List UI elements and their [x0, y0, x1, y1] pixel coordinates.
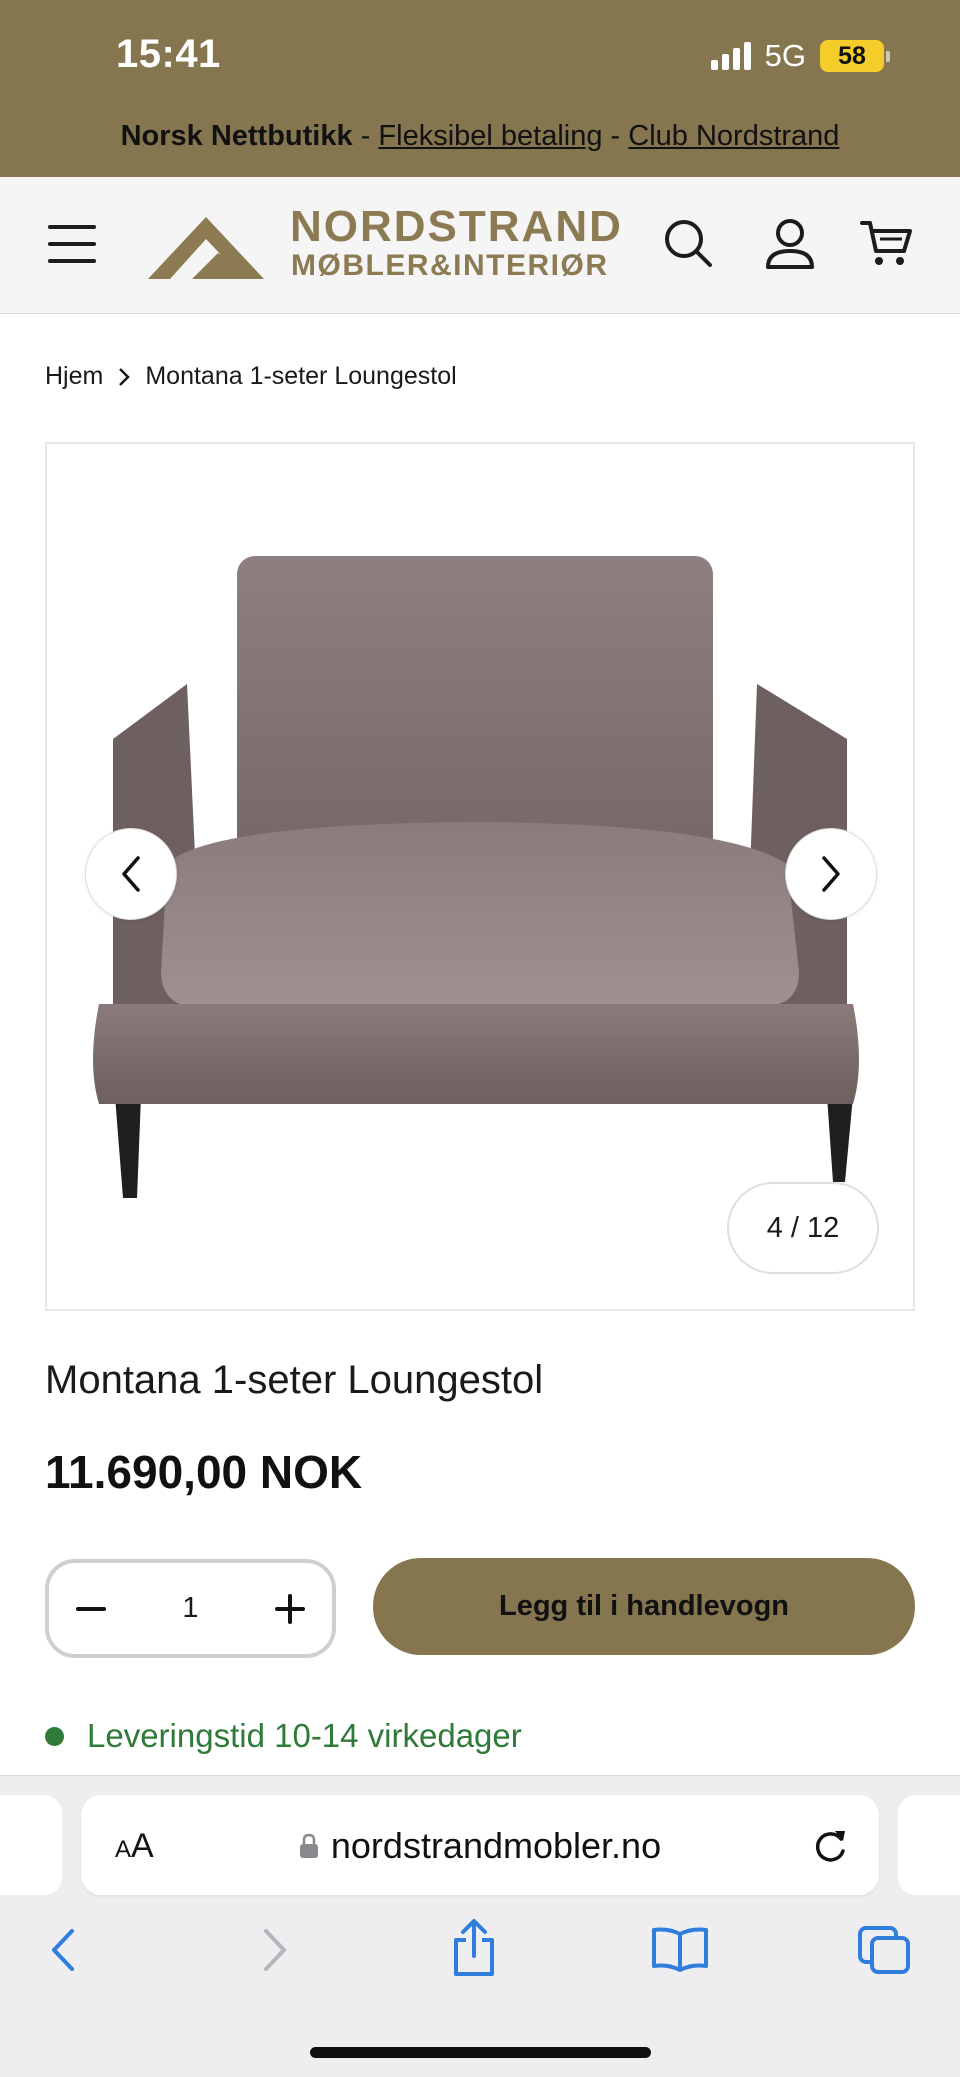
gallery-prev-button[interactable]: [85, 828, 177, 920]
promo-brand: Norsk Nettbutikk: [120, 120, 353, 152]
battery-icon: 58: [820, 40, 890, 72]
logo-line2: MØBLER&INTERIØR: [291, 249, 609, 282]
bookmarks-icon[interactable]: [650, 1926, 710, 1972]
breadcrumb-home[interactable]: Hjem: [45, 362, 103, 391]
product-price: 11.690,00 NOK: [45, 1446, 363, 1498]
breadcrumb-current: Montana 1-seter Loungestol: [145, 362, 457, 390]
account-icon[interactable]: [762, 215, 818, 271]
site-logo[interactable]: NORDSTRAND MØBLER&INTERIØR: [148, 205, 640, 285]
lock-icon: [299, 1833, 318, 1858]
delivery-info: Leveringstid 10-14 virkedager: [45, 1717, 522, 1755]
url-display[interactable]: nordstrandmobler.no: [81, 1825, 879, 1867]
network-label: 5G: [764, 38, 806, 73]
forward-icon[interactable]: [254, 1925, 294, 1975]
chevron-right-icon: [822, 856, 840, 892]
plus-icon[interactable]: [274, 1593, 306, 1625]
logo-mark-icon: [148, 217, 264, 279]
status-indicators: 5G 58: [710, 38, 890, 74]
chevron-left-icon: [122, 856, 140, 892]
delivery-status-dot: [45, 1726, 64, 1746]
signal-icon: [710, 42, 751, 70]
add-to-cart-button[interactable]: Legg til i handlevogn: [373, 1558, 915, 1655]
gallery-next-button[interactable]: [785, 828, 877, 920]
previous-tab-preview[interactable]: [0, 1795, 62, 1895]
site-header: NORDSTRAND MØBLER&INTERIØR: [0, 177, 960, 314]
url-text: nordstrandmobler.no: [330, 1825, 662, 1866]
status-time: 15:41: [116, 32, 221, 76]
logo-line1: NORDSTRAND: [290, 202, 623, 251]
chevron-right-icon: [119, 367, 131, 386]
promo-link-flexible-payment[interactable]: Fleksibel betaling: [378, 120, 602, 152]
top-band: 15:41 5G 58 Norsk Nettbutikk - Fleksibel…: [0, 0, 960, 177]
search-icon[interactable]: [660, 215, 716, 271]
promo-separator: -: [360, 120, 371, 152]
product-title: Montana 1-seter Loungestol: [45, 1358, 544, 1402]
promo-banner: Norsk Nettbutikk - Fleksibel betaling - …: [0, 120, 960, 153]
promo-separator: -: [610, 120, 621, 152]
tabs-icon[interactable]: [856, 1924, 912, 1976]
battery-level: 58: [820, 40, 884, 72]
breadcrumb: Hjem Montana 1-seter Loungestol: [45, 362, 457, 391]
back-icon[interactable]: [44, 1925, 84, 1975]
promo-link-club[interactable]: Club Nordstrand: [628, 120, 839, 152]
quantity-value[interactable]: 1: [182, 1592, 198, 1625]
reload-icon[interactable]: [811, 1825, 849, 1865]
menu-icon[interactable]: [48, 225, 96, 263]
share-icon[interactable]: [448, 1918, 500, 1978]
delivery-text: Leveringstid 10-14 virkedager: [87, 1717, 522, 1754]
next-tab-preview[interactable]: [898, 1795, 960, 1895]
minus-icon[interactable]: [75, 1593, 107, 1625]
address-bar[interactable]: AA nordstrandmobler.no: [81, 1795, 879, 1895]
product-gallery[interactable]: 4 / 12: [45, 442, 915, 1311]
gallery-counter: 4 / 12: [727, 1182, 879, 1274]
home-indicator: [310, 2047, 651, 2058]
quantity-stepper: 1: [45, 1559, 336, 1658]
cart-icon[interactable]: [858, 215, 914, 271]
